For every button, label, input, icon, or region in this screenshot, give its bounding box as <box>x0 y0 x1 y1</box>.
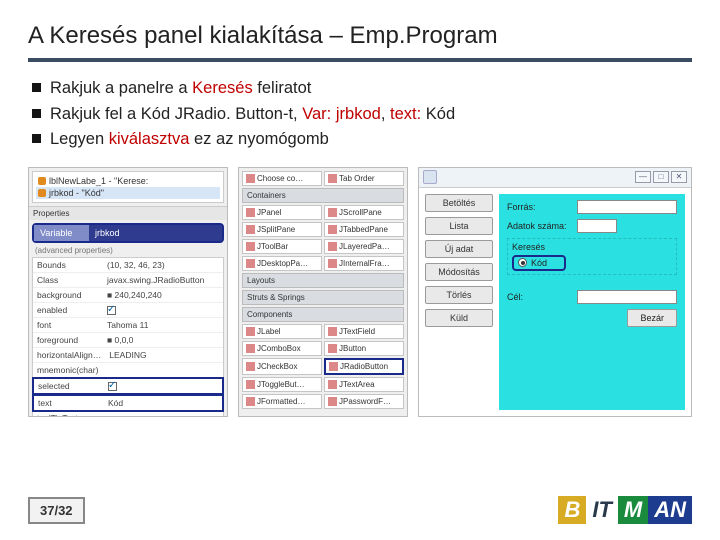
close-button[interactable]: ✕ <box>671 171 687 183</box>
label-icon <box>38 177 46 185</box>
maximize-button[interactable]: □ <box>653 171 669 183</box>
bullet-3: Legyen kiválasztva ez az nyomógomb <box>32 127 692 153</box>
pal-jlabel[interactable]: JLabel <box>242 324 322 339</box>
tab-icon <box>328 174 337 183</box>
bullet-1: Rakjuk a panelre a Keresés feliratot <box>32 76 692 102</box>
cel-field[interactable] <box>577 290 677 304</box>
window-icon <box>423 170 437 184</box>
pal-jtogglebutton[interactable]: JToggleBut… <box>242 377 322 392</box>
kiiras-button[interactable]: Küld <box>425 309 493 327</box>
radio-icon <box>518 258 527 267</box>
pal-jformatted[interactable]: JFormatted… <box>242 394 322 409</box>
kod-radio-label: Kód <box>531 258 547 268</box>
checkbox-icon[interactable] <box>108 382 117 391</box>
cyan-form-panel: Forrás: Adatok száma: Keresés Kód Cél: <box>499 194 685 410</box>
betoltes-button[interactable]: Betöltés <box>425 194 493 212</box>
forras-field[interactable] <box>577 200 677 214</box>
lista-button[interactable]: Lista <box>425 217 493 235</box>
pal-jtabbedpane[interactable]: JTabbedPane <box>324 222 404 237</box>
ujadat-button[interactable]: Új adat <box>425 240 493 258</box>
radio-icon <box>38 189 46 197</box>
slide-title: A Keresés panel kialakítása – Emp.Progra… <box>28 22 692 50</box>
palette-choose[interactable]: Choose co… <box>242 171 322 186</box>
variable-label: Variable <box>34 225 89 241</box>
palette-h-containers: Containers <box>242 188 404 203</box>
kereses-label: Keresés <box>512 242 672 252</box>
palette-h-components: Components <box>242 307 404 322</box>
variable-row: Variable jrbkod <box>32 223 224 243</box>
pal-jpanel[interactable]: JPanel <box>242 205 322 220</box>
cel-label: Cél: <box>507 290 569 304</box>
prop-selected[interactable]: selected <box>32 377 224 395</box>
screenshot-composite: lblNewLabe_1 - "Kerese: jrbkod - "Kód" P… <box>28 167 692 417</box>
modositas-button[interactable]: Módosítás <box>425 263 493 281</box>
pal-jradiobutton[interactable]: JRadioButton <box>324 358 404 375</box>
variable-value[interactable]: jrbkod <box>89 225 222 241</box>
pal-jtoolbar[interactable]: JToolBar <box>242 239 322 254</box>
pal-jdesktoppane[interactable]: JDesktopPa… <box>242 256 322 271</box>
adatok-field[interactable] <box>577 219 617 233</box>
advanced-hint: (advanced properties) <box>29 246 227 257</box>
palette-h-struts: Struts & Springs <box>242 290 404 305</box>
kod-radio[interactable]: Kód <box>512 255 566 271</box>
bullet-2: Rakjuk fel a Kód JRadio. Button-t, Var: … <box>32 102 692 128</box>
left-button-column: Betöltés Lista Új adat Módosítás Törlés … <box>425 194 493 410</box>
tree-row-jrbkod[interactable]: jrbkod - "Kód" <box>36 187 220 199</box>
title-rule <box>28 58 692 62</box>
pal-jinternalframe[interactable]: JInternalFra… <box>324 256 404 271</box>
pal-jcheckbox[interactable]: JCheckBox <box>242 358 322 375</box>
prop-text[interactable]: textKód <box>32 394 224 412</box>
minimize-button[interactable]: — <box>635 171 651 183</box>
pal-jpasswordf[interactable]: JPasswordF… <box>324 394 404 409</box>
checkbox-icon[interactable] <box>107 306 116 315</box>
window-titlebar: — □ ✕ <box>419 168 691 188</box>
component-tree: lblNewLabe_1 - "Kerese: jrbkod - "Kód" <box>32 171 224 203</box>
pal-jtextfield[interactable]: JTextField <box>324 324 404 339</box>
pal-jscrollpane[interactable]: JScrollPane <box>324 205 404 220</box>
bitman-logo: BITMAN <box>558 496 692 524</box>
property-grid: Bounds(10, 32, 46, 23) Classjavax.swing.… <box>32 257 224 417</box>
palette-taborder[interactable]: Tab Order <box>324 171 404 186</box>
pal-jcombobox[interactable]: JComboBox <box>242 341 322 356</box>
preview-window: — □ ✕ Betöltés Lista Új adat Módosítás T… <box>418 167 692 417</box>
properties-pane: lblNewLabe_1 - "Kerese: jrbkod - "Kód" P… <box>28 167 228 417</box>
bullet-list: Rakjuk a panelre a Keresés feliratot Rak… <box>28 76 692 153</box>
pal-jbutton[interactable]: JButton <box>324 341 404 356</box>
palette-pane: Choose co… Tab Order Containers JPanel J… <box>238 167 408 417</box>
pal-jtextarea[interactable]: JTextArea <box>324 377 404 392</box>
kereses-panel: Keresés Kód <box>507 238 677 275</box>
properties-tab[interactable]: Properties <box>29 206 227 220</box>
palette-h-layouts: Layouts <box>242 273 404 288</box>
bezar-button[interactable]: Bezár <box>627 309 677 327</box>
cursor-icon <box>246 174 255 183</box>
pal-jsplitpane[interactable]: JSplitPane <box>242 222 322 237</box>
adatok-label: Adatok száma: <box>507 219 569 233</box>
torles-button[interactable]: Törlés <box>425 286 493 304</box>
forras-label: Forrás: <box>507 200 569 214</box>
page-number: 37/32 <box>28 497 85 524</box>
tree-row-label[interactable]: lblNewLabe_1 - "Kerese: <box>36 175 220 187</box>
pal-jlayeredpane[interactable]: JLayeredPa… <box>324 239 404 254</box>
